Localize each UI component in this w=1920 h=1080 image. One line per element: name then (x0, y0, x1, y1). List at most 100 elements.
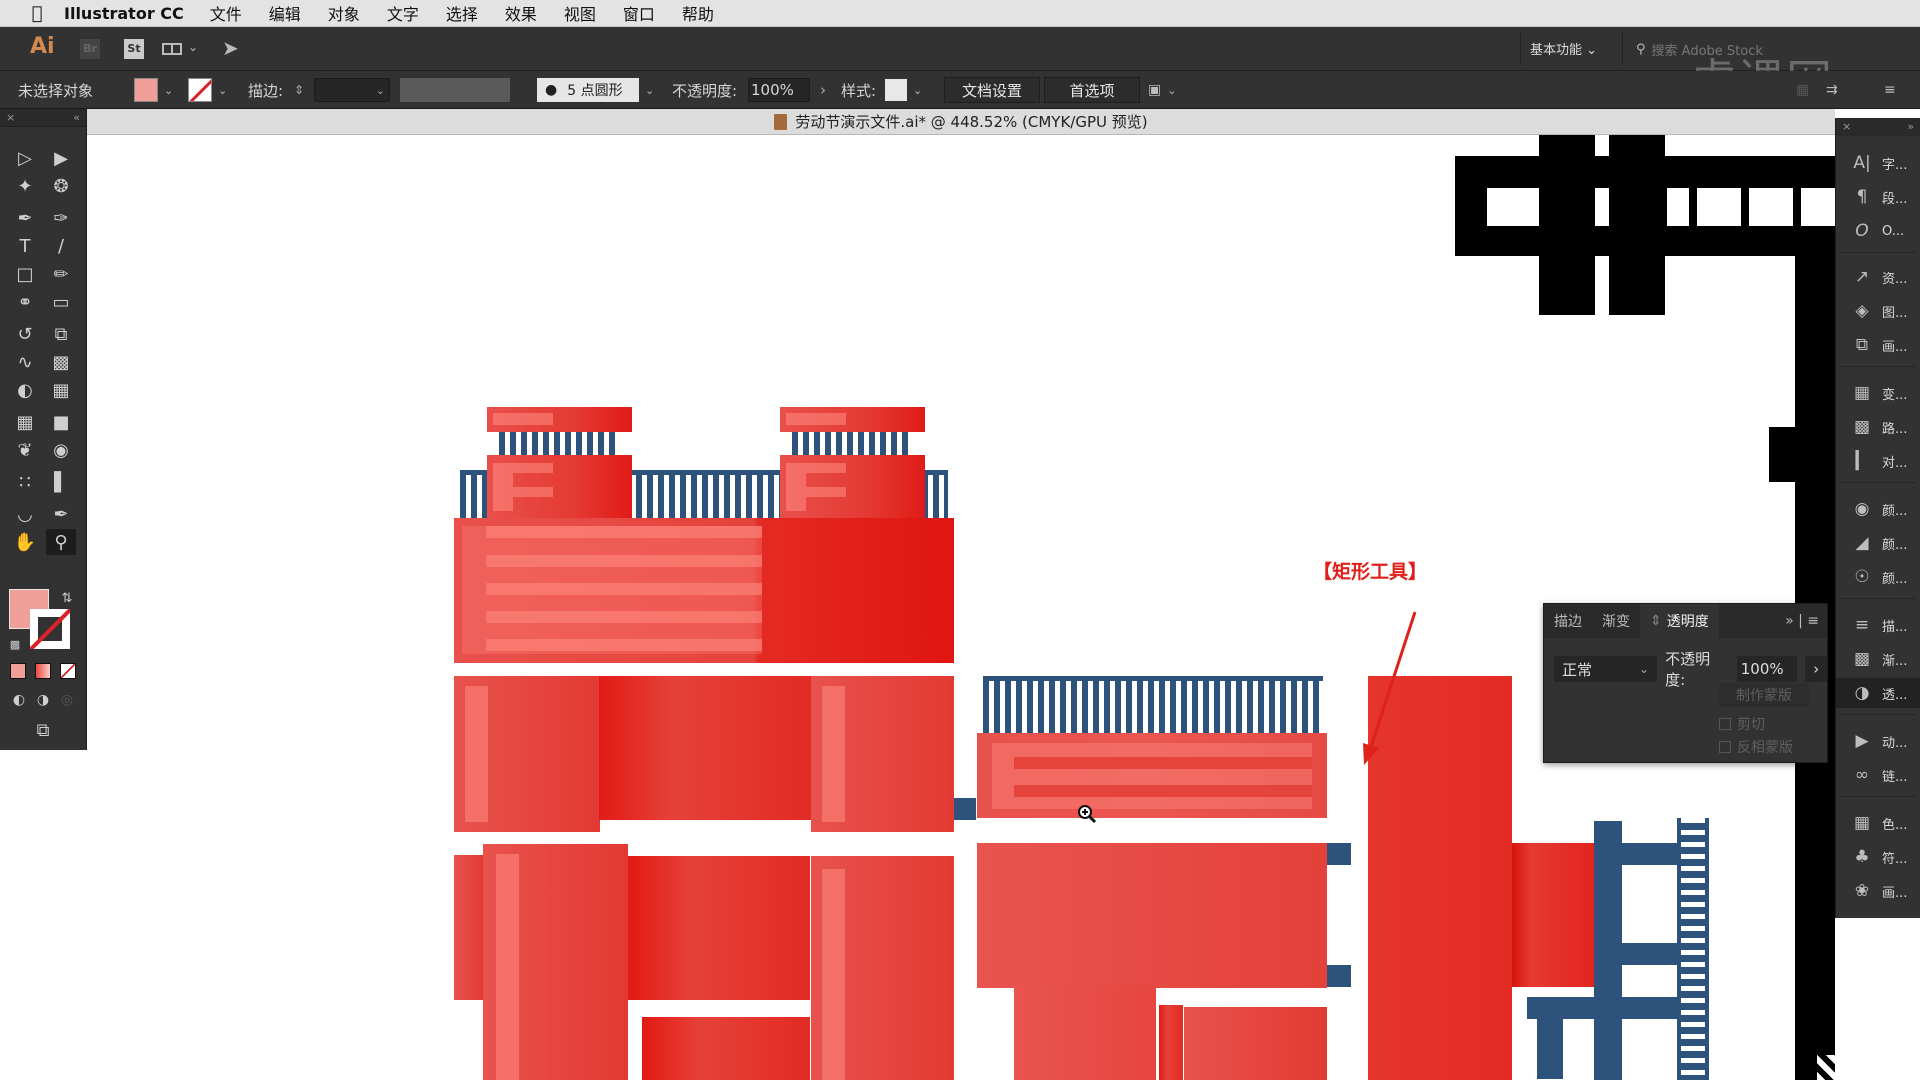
gradient-mode-icon[interactable] (35, 663, 51, 679)
document-setup-button[interactable]: 文档设置 (944, 77, 1040, 103)
blend-mode-select[interactable]: 正常 ⌄ (1554, 656, 1658, 682)
stock-button[interactable]: St (124, 39, 144, 59)
workspace-switcher[interactable]: 基本功能 ⌄ (1530, 39, 1597, 58)
rotate-tool-icon[interactable]: ↺ (10, 321, 40, 347)
panel-transform[interactable]: ▦ 变... (1836, 378, 1920, 408)
opacity-field[interactable]: 100% › (748, 71, 826, 109)
close-icon[interactable]: × (1842, 120, 1851, 134)
panel-color[interactable]: ◉ 颜... (1836, 494, 1920, 524)
close-icon[interactable]: × (6, 111, 15, 124)
stroke-weight-dropdown[interactable]: ⌄ (314, 78, 390, 102)
panel-opentype[interactable]: O O... (1836, 216, 1920, 246)
menu-type[interactable]: 文字 (387, 1, 419, 25)
gradient-tool-icon[interactable]: ■ (46, 409, 76, 435)
menu-view[interactable]: 视图 (564, 1, 596, 25)
tab-transparency[interactable]: ⇕ 透明度 (1640, 604, 1719, 638)
line-tool-icon[interactable]: ∕ (46, 233, 76, 259)
tab-gradient[interactable]: 渐变 (1592, 604, 1640, 638)
scale-tool-icon[interactable]: ⧉ (46, 321, 76, 347)
symbol-sprayer-tool-icon[interactable]: ∷ (10, 469, 40, 495)
panel-layers[interactable]: ◈ 图... (1836, 296, 1920, 326)
panel-menu-icon[interactable]: ≡ (1884, 71, 1896, 109)
variable-width-profile[interactable] (400, 71, 510, 109)
invert-mask-checkbox[interactable] (1719, 741, 1731, 753)
stroke-weight-stepper[interactable]: ⇕ (294, 71, 304, 109)
panel-links[interactable]: ∞ 链... (1836, 760, 1920, 790)
panel-transparency[interactable]: ◑ 透... (1836, 678, 1920, 708)
perspective-grid-tool-icon[interactable]: ▦ (46, 377, 76, 403)
panel-paragraph[interactable]: ¶ 段... (1836, 182, 1920, 212)
warp-tool-icon[interactable]: ∿ (10, 349, 40, 375)
shaper-tool-icon[interactable]: ⚭ (10, 289, 40, 315)
paintbrush-tool-icon[interactable]: ✏ (46, 261, 76, 287)
panel-artboards[interactable]: ⧉ 画... (1836, 330, 1920, 360)
curvature-tool-icon[interactable]: ✑ (46, 205, 76, 231)
type-tool-icon[interactable]: T (10, 233, 40, 259)
direct-selection-tool-icon[interactable]: ▶ (46, 145, 76, 171)
brush-field[interactable]: ● 5 点圆形 (537, 78, 639, 102)
selection-tool-icon[interactable]: ▷ (10, 145, 40, 171)
menu-file[interactable]: 文件 (210, 1, 242, 25)
stroke-swatch[interactable] (188, 78, 212, 102)
draw-inside-icon[interactable]: ◎ (52, 687, 82, 713)
document-setup[interactable]: 文档设置 (944, 71, 1040, 109)
menu-object[interactable]: 对象 (328, 1, 360, 25)
panel-color-guide[interactable]: ◢ 颜... (1836, 528, 1920, 558)
style-swatch[interactable] (885, 79, 907, 101)
stroke-color-box[interactable] (30, 609, 70, 649)
isolation-icon[interactable]: ▦ (1796, 71, 1809, 109)
panel-symbols[interactable]: ♣ 符... (1836, 842, 1920, 872)
stock-search-input[interactable]: ⚲ 搜索 Adobe Stock (1636, 36, 1836, 62)
document-tab[interactable]: 劳动节演示文件.ai* @ 448.52% (CMYK/GPU 预览) (87, 109, 1835, 135)
gpu-performance-icon[interactable]: ➤ (222, 36, 239, 60)
panel-asset-export[interactable]: ↗ 资... (1836, 262, 1920, 292)
panel-actions[interactable]: ▶ 动... (1836, 726, 1920, 756)
free-transform-tool-icon[interactable]: ▩ (46, 349, 76, 375)
chevron-right-icon[interactable]: › (820, 81, 826, 99)
graphic-style-picker[interactable]: ⌄ (885, 71, 922, 109)
rectangle-tool-icon[interactable]: □ (10, 261, 40, 287)
menu-help[interactable]: 帮助 (682, 1, 714, 25)
shape-builder-tool-icon[interactable]: ◐ (10, 377, 40, 403)
eraser-tool-icon[interactable]: ▭ (46, 289, 76, 315)
stroke-weight-field[interactable]: ⌄ (314, 71, 390, 109)
arrange-documents-button[interactable]: ⌄ (162, 40, 200, 58)
menu-window[interactable]: 窗口 (623, 1, 655, 25)
bridge-button[interactable]: Br (80, 39, 100, 59)
chevron-down-icon[interactable]: ⌄ (645, 84, 654, 97)
magic-wand-tool-icon[interactable]: ✦ (10, 173, 40, 199)
zoom-tool-icon[interactable]: ⚲ (46, 529, 76, 555)
panel-stroke[interactable]: ≡ 描... (1836, 610, 1920, 640)
panel-pathfinder[interactable]: ▩ 路... (1836, 412, 1920, 442)
fill-swatch[interactable] (134, 78, 158, 102)
color-mode-icon[interactable] (10, 663, 26, 679)
mesh-tool-icon[interactable]: ▦ (10, 409, 40, 435)
invert-mask-option[interactable]: 反相蒙版 (1719, 737, 1793, 757)
apple-icon[interactable]:  (24, 3, 50, 24)
eyedropper-tool-icon[interactable]: ❦ (10, 437, 40, 463)
menu-effect[interactable]: 效果 (505, 1, 537, 25)
menu-select[interactable]: 选择 (446, 1, 478, 25)
artboard-tool-icon[interactable]: ◡ (10, 501, 40, 527)
pen-tool-icon[interactable]: ✒ (10, 205, 40, 231)
chevron-right-icon[interactable]: › (1805, 656, 1828, 682)
panel-brushes[interactable]: ❀ 画... (1836, 876, 1920, 906)
chevron-down-icon[interactable]: ⌄ (913, 84, 922, 97)
preferences[interactable]: 首选项 (1044, 71, 1140, 109)
clip-option[interactable]: 剪切 (1719, 714, 1765, 734)
opacity-value[interactable]: 100% (748, 78, 810, 102)
opacity-input[interactable]: 100% (1736, 656, 1798, 682)
swap-fill-stroke-icon[interactable]: ⇅ (52, 585, 82, 611)
make-mask-button[interactable]: 制作蒙版 (1719, 683, 1809, 707)
column-graph-tool-icon[interactable]: ▌ (46, 469, 76, 495)
menu-edit[interactable]: 编辑 (269, 1, 301, 25)
tab-stroke[interactable]: 描边 (1544, 604, 1592, 638)
collapse-panel-icon[interactable]: » | ≡ (1785, 613, 1819, 629)
panel-color-themes[interactable]: ☉ 颜... (1836, 562, 1920, 592)
panel-character[interactable]: A| 字... (1836, 148, 1920, 178)
screen-mode-icon[interactable]: ⧉ (28, 717, 58, 743)
collapse-icon[interactable]: « (73, 111, 80, 124)
app-menu[interactable]: Illustrator CC (64, 4, 184, 23)
arrange-options-button[interactable]: ▣ ⌄ (1148, 71, 1176, 109)
panel-gradient[interactable]: ▩ 渐... (1836, 644, 1920, 674)
